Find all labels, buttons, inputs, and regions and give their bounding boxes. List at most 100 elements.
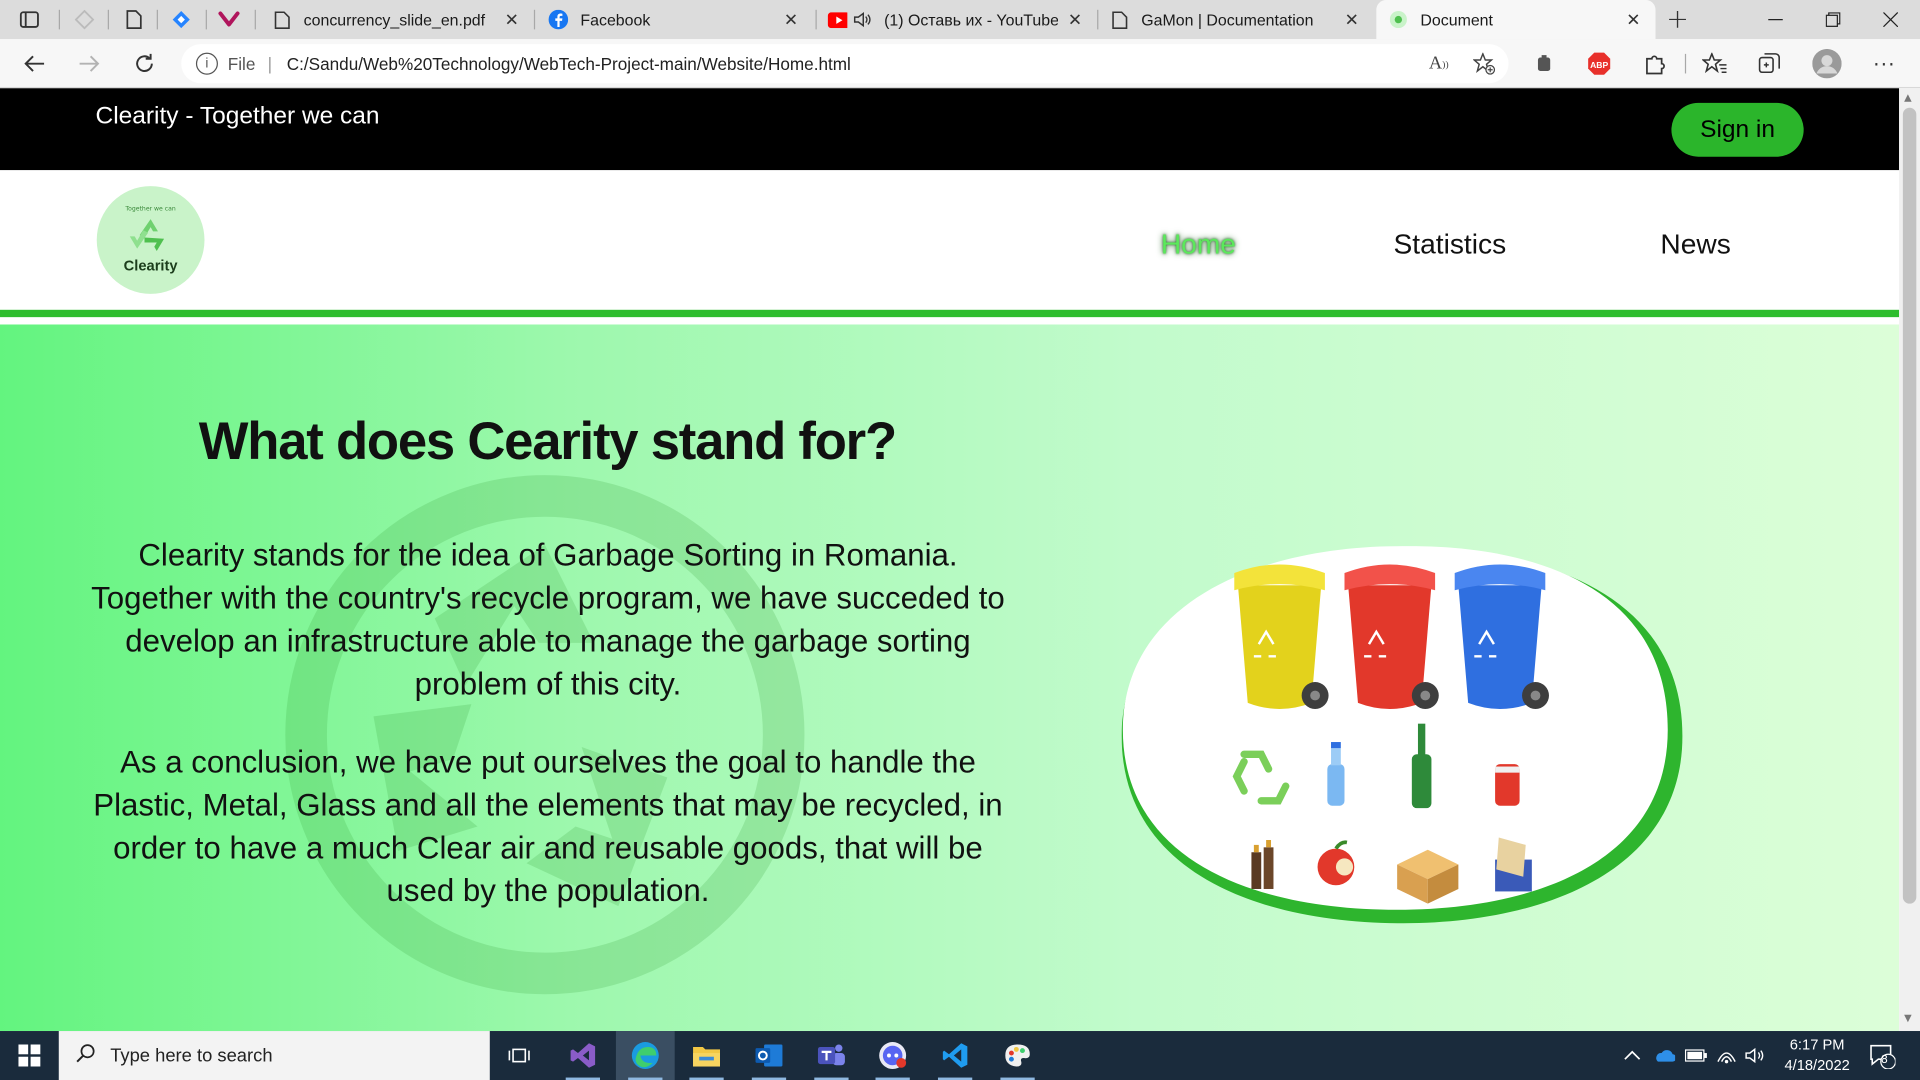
recycle-logo-icon: [129, 219, 165, 252]
outlook-icon[interactable]: [740, 1031, 799, 1080]
file-explorer-icon[interactable]: [677, 1031, 736, 1080]
favorites-icon[interactable]: [1697, 47, 1731, 81]
pinned-tab-pocket[interactable]: [211, 5, 248, 34]
show-hidden-icons-icon[interactable]: [1624, 1031, 1641, 1080]
site-info-icon[interactable]: i: [195, 52, 218, 75]
notifications-icon[interactable]: 8: [1869, 1031, 1896, 1080]
browser-tab-active[interactable]: Document ✕: [1376, 0, 1656, 40]
tab-separator: [205, 9, 207, 30]
browser-tab[interactable]: Facebook ✕: [536, 0, 813, 39]
adblock-icon[interactable]: ABP: [1582, 47, 1616, 81]
file-icon: [272, 10, 292, 30]
scroll-up-arrow-icon[interactable]: ▲: [1904, 92, 1912, 103]
tab-title: Facebook: [580, 10, 651, 29]
windows-taskbar: Type here to search 6:17 PM 4/18/2022 8: [0, 1031, 1920, 1080]
pinned-tab-extension[interactable]: [66, 5, 103, 34]
close-tab-icon[interactable]: ✕: [1342, 9, 1362, 30]
visual-studio-icon[interactable]: [553, 1031, 612, 1080]
browser-tab-strip: concurrency_slide_en.pdf ✕ Facebook ✕ (1…: [0, 0, 1920, 40]
site-top-bar: Clearity - Together we can Sign in: [0, 88, 1900, 171]
address-bar[interactable]: i File | C:/Sandu/Web%20Technology/WebTe…: [181, 44, 1509, 84]
tab-separator: [533, 9, 536, 30]
close-tab-icon[interactable]: ✕: [781, 9, 801, 30]
clock-date: 4/18/2022: [1784, 1056, 1850, 1074]
edge-icon[interactable]: [615, 1031, 675, 1080]
nav-home[interactable]: Home: [1161, 228, 1236, 261]
minimize-icon[interactable]: [1747, 0, 1803, 39]
extensions-icon[interactable]: [1637, 47, 1671, 81]
windows-start-icon[interactable]: [0, 1031, 59, 1080]
url-divider: |: [267, 53, 273, 74]
discord-icon[interactable]: [863, 1031, 922, 1080]
read-aloud-icon[interactable]: A)): [1424, 49, 1453, 78]
wifi-icon[interactable]: [1717, 1031, 1737, 1080]
volume-icon[interactable]: [1745, 1031, 1767, 1080]
site-tagline: Clearity - Together we can: [95, 102, 380, 130]
blue-bin-icon: [1454, 564, 1549, 709]
new-tab-icon[interactable]: +: [1665, 4, 1689, 35]
browser-tab[interactable]: (1) Оставь их - YouTube ✕: [816, 0, 1098, 39]
notification-count: 8: [1880, 1054, 1888, 1067]
site-logo[interactable]: Together we can Clearity: [96, 186, 205, 294]
tab-title: GaMon | Documentation: [1141, 10, 1314, 29]
file-icon: [1109, 10, 1129, 30]
url-text[interactable]: C:/Sandu/Web%20Technology/WebTech-Projec…: [287, 54, 851, 74]
hero-paragraph: As a conclusion, we have put ourselves t…: [93, 745, 1003, 909]
scroll-down-arrow-icon[interactable]: ▼: [1904, 1013, 1912, 1024]
scrollbar-thumb[interactable]: [1902, 107, 1917, 904]
page-scrollbar[interactable]: ▲ ▼: [1899, 88, 1920, 1032]
tab-separator: [58, 9, 61, 30]
task-view-icon[interactable]: [490, 1031, 549, 1080]
tab-separator: [254, 9, 256, 30]
close-tab-icon[interactable]: ✕: [1065, 9, 1085, 30]
tab-separator: [156, 9, 158, 30]
close-tab-icon[interactable]: ✕: [1624, 9, 1644, 30]
browser-tab[interactable]: GaMon | Documentation ✕: [1097, 0, 1374, 39]
sign-in-button[interactable]: Sign in: [1671, 102, 1804, 157]
close-tab-icon[interactable]: ✕: [502, 9, 522, 30]
youtube-icon: [827, 10, 848, 30]
tab-title: (1) Оставь их - YouTube: [884, 10, 1058, 29]
teams-icon[interactable]: [802, 1031, 861, 1080]
taskbar-search-box[interactable]: Type here to search: [58, 1031, 490, 1080]
red-bin-icon: [1344, 564, 1439, 709]
clock-time: 6:17 PM: [1789, 1035, 1845, 1054]
collections-icon[interactable]: [1752, 47, 1786, 81]
refresh-icon[interactable]: [127, 47, 161, 81]
pinned-tab-jira[interactable]: [163, 5, 200, 34]
nav-statistics[interactable]: Statistics: [1393, 228, 1506, 261]
extension-puzzle-dark-icon[interactable]: [1527, 47, 1561, 81]
pinned-tab-file[interactable]: [115, 5, 152, 34]
vscode-icon[interactable]: [926, 1031, 985, 1080]
svg-text:ABP: ABP: [1590, 60, 1608, 70]
yellow-bin-icon: [1234, 564, 1329, 709]
tab-separator: [107, 9, 109, 30]
recycling-bins-illustration: [1121, 546, 1683, 924]
url-scheme: File: [227, 53, 256, 74]
forward-icon[interactable]: [72, 47, 106, 81]
tab-actions-icon[interactable]: [17, 7, 41, 31]
document-favicon: [1389, 10, 1409, 30]
facebook-icon: [548, 9, 569, 30]
site-nav-bar: Together we can Clearity Home Statistics…: [0, 170, 1900, 318]
restore-icon[interactable]: [1805, 0, 1861, 39]
logo-small-text: Together we can: [125, 205, 176, 214]
tab-title: Document: [1420, 10, 1493, 29]
paint-icon[interactable]: [988, 1031, 1047, 1080]
onedrive-icon[interactable]: [1653, 1031, 1676, 1080]
more-options-icon[interactable]: ···: [1867, 47, 1901, 81]
taskbar-clock[interactable]: 6:17 PM 4/18/2022: [1773, 1035, 1861, 1077]
battery-icon[interactable]: [1684, 1031, 1707, 1080]
nav-news[interactable]: News: [1660, 228, 1730, 261]
back-icon[interactable]: [17, 47, 51, 81]
profile-avatar-icon[interactable]: [1810, 47, 1844, 81]
close-window-icon[interactable]: [1862, 0, 1918, 39]
add-favorite-icon[interactable]: [1469, 49, 1498, 78]
can-icon: [1495, 764, 1520, 806]
browser-tab[interactable]: concurrency_slide_en.pdf ✕: [260, 0, 534, 39]
toolbar-separator: [1684, 53, 1687, 74]
speaker-icon[interactable]: [852, 10, 872, 30]
hero-section: What does Cearity stand for? Clearity st…: [0, 324, 1900, 1032]
search-icon: [76, 1043, 96, 1069]
tab-title: concurrency_slide_en.pdf: [303, 10, 486, 29]
